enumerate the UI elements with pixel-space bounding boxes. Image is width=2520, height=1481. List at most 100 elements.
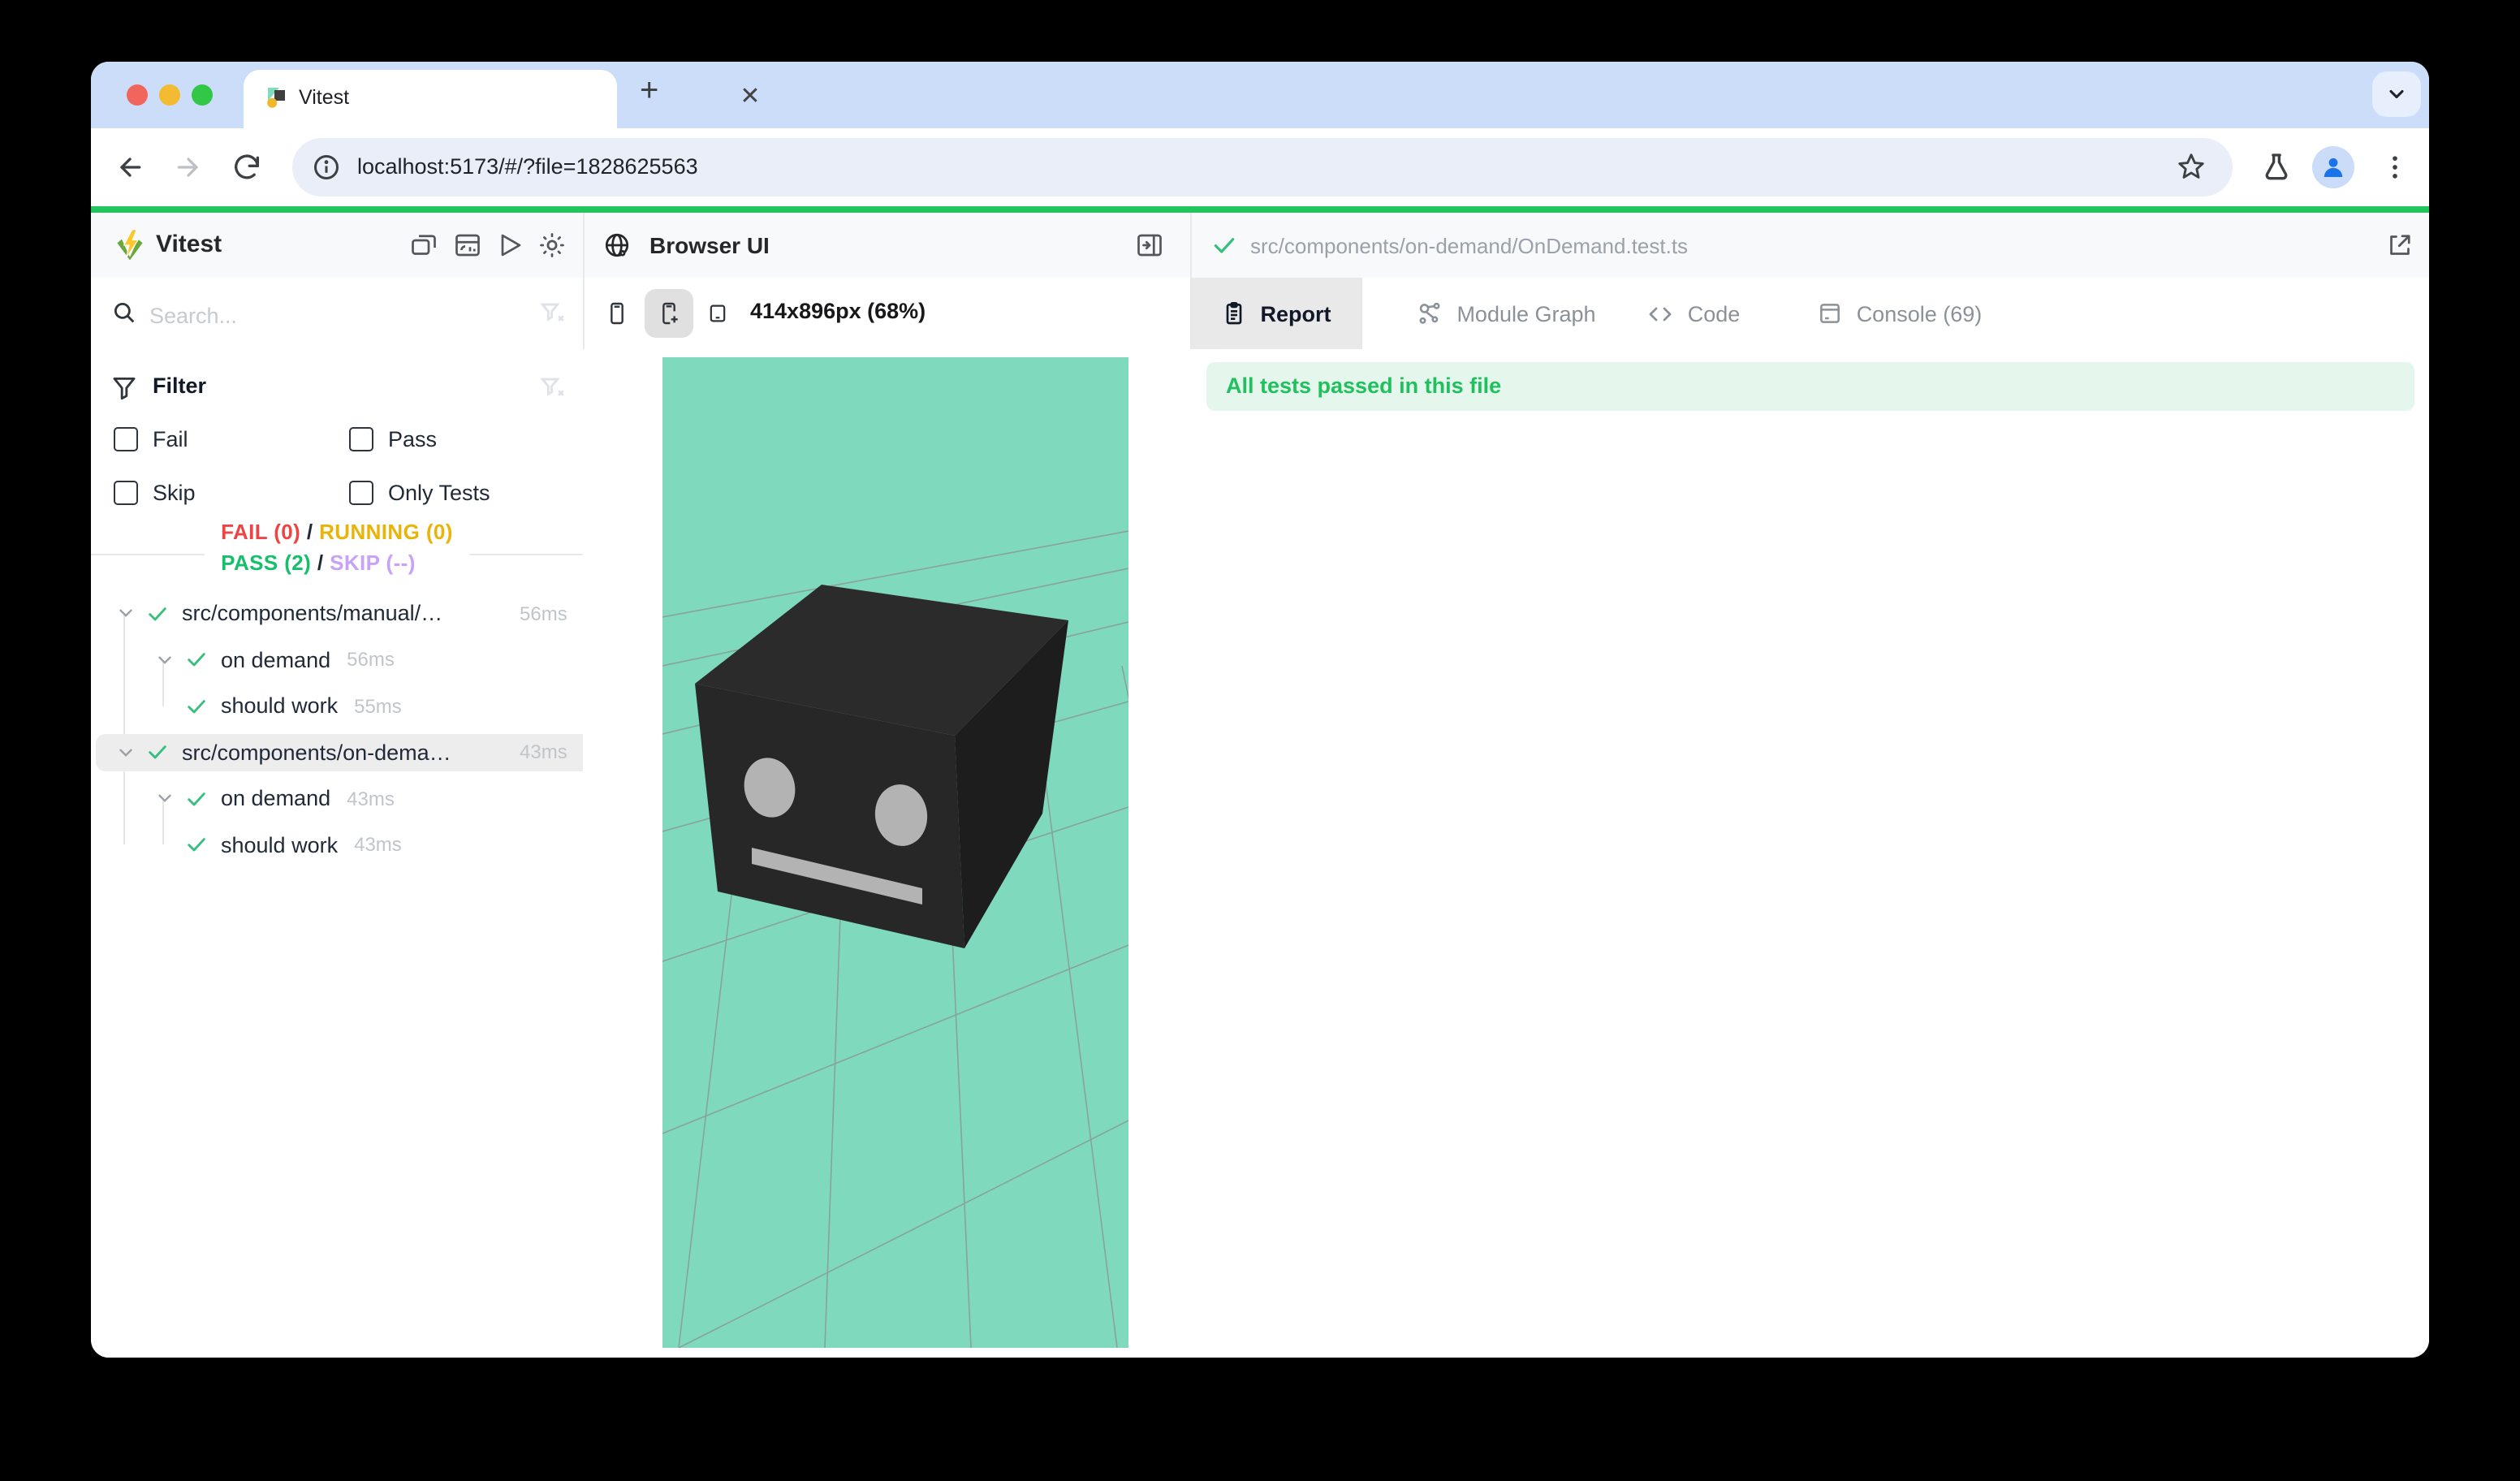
collapse-windows-icon[interactable] bbox=[409, 231, 438, 260]
header-browser-section: Browser UI bbox=[583, 213, 1192, 278]
viewport-toolbar: 414x896px (68%) bbox=[583, 278, 1192, 349]
browser-tab-strip: Vitest ✕ + bbox=[91, 62, 2429, 128]
device-phone-plus-button[interactable] bbox=[645, 289, 693, 338]
tab-module-graph-label: Module Graph bbox=[1456, 301, 1595, 326]
tab-search-button[interactable] bbox=[2372, 71, 2421, 117]
traffic-light-minimize[interactable] bbox=[159, 84, 180, 106]
pass-check-icon bbox=[182, 830, 211, 859]
pass-check-icon bbox=[143, 598, 172, 628]
test-file-row-selected[interactable]: src/components/on-dema… 43ms bbox=[96, 733, 593, 771]
traffic-light-close[interactable] bbox=[127, 84, 148, 106]
filter-option-fail[interactable]: Fail bbox=[153, 427, 188, 451]
checkbox-skip[interactable] bbox=[114, 481, 138, 505]
dashboard-icon[interactable] bbox=[453, 231, 482, 260]
chevron-down-icon[interactable] bbox=[149, 645, 179, 674]
report-icon bbox=[1222, 300, 1248, 326]
open-external-icon[interactable] bbox=[2385, 231, 2414, 260]
chevron-down-icon[interactable] bbox=[110, 737, 140, 766]
fail-count: FAIL (0) bbox=[221, 520, 300, 544]
chevron-down-icon bbox=[2385, 83, 2408, 106]
chevron-down-icon[interactable] bbox=[149, 784, 179, 813]
filter-title: Filter bbox=[153, 373, 206, 398]
forward-button[interactable] bbox=[172, 151, 205, 184]
tab-report[interactable]: Report bbox=[1190, 278, 1362, 349]
tab-console-label: Console (69) bbox=[1857, 301, 1983, 326]
running-count: RUNNING (0) bbox=[319, 520, 453, 544]
app-title: Vitest bbox=[156, 231, 222, 258]
checkbox-pass[interactable] bbox=[349, 427, 373, 451]
banner-text: All tests passed in this file bbox=[1226, 362, 1501, 411]
pass-count: PASS (2) bbox=[221, 551, 311, 575]
reload-button[interactable] bbox=[231, 151, 263, 184]
secondary-toolbar: 414x896px (68%) Report Module Graph Code… bbox=[91, 278, 2429, 351]
browser-window: Vitest ✕ + localhost:5173/#/?file=182862… bbox=[91, 62, 2429, 1358]
browser-tab[interactable]: Vitest ✕ bbox=[244, 70, 617, 128]
open-file-path: src/components/on-demand/OnDemand.test.t… bbox=[1250, 234, 1688, 258]
checkbox-fail[interactable] bbox=[114, 427, 138, 451]
search-icon bbox=[110, 299, 138, 326]
progress-bar bbox=[91, 206, 2429, 213]
site-info-icon[interactable] bbox=[312, 153, 341, 182]
pass-check-icon bbox=[182, 784, 211, 813]
cube-scene bbox=[662, 357, 1128, 1348]
address-bar[interactable]: localhost:5173/#/?file=1828625563 bbox=[292, 138, 2233, 196]
test-file-row[interactable]: src/components/manual/… 56ms bbox=[91, 594, 602, 632]
all-tests-passed-banner: All tests passed in this file bbox=[1206, 362, 2414, 411]
clear-search-filter-icon[interactable] bbox=[539, 299, 567, 326]
dock-panel-right-icon[interactable] bbox=[1135, 231, 1164, 260]
checkbox-only-tests[interactable] bbox=[349, 481, 373, 505]
test-explorer-sidebar: Filter Fail Pass Skip Only Tests FAIL (0… bbox=[91, 349, 585, 1358]
bookmark-star-icon[interactable] bbox=[2176, 151, 2207, 182]
test-summary: FAIL (0) / RUNNING (0) PASS (2) / SKIP (… bbox=[91, 516, 583, 578]
main-content: Filter Fail Pass Skip Only Tests FAIL (0… bbox=[91, 349, 2429, 1358]
tab-module-graph[interactable]: Module Graph bbox=[1372, 278, 1640, 349]
skip-count: SKIP (--) bbox=[330, 551, 416, 575]
pass-check-icon bbox=[1211, 232, 1237, 258]
search-input[interactable] bbox=[146, 294, 520, 336]
browser-menu-icon[interactable] bbox=[2379, 151, 2411, 184]
device-small-button[interactable] bbox=[693, 289, 742, 338]
test-suite-row[interactable]: on demand 43ms bbox=[91, 779, 641, 817]
experiments-flask-icon[interactable] bbox=[2260, 151, 2293, 184]
panel-tab-bar: Report Module Graph Code Console (69) bbox=[1190, 278, 2429, 349]
person-icon bbox=[2319, 153, 2348, 182]
new-tab-button[interactable]: + bbox=[640, 73, 658, 110]
chevron-down-icon[interactable] bbox=[110, 598, 140, 628]
vitest-header: Vitest Browser UI bbox=[91, 213, 2429, 279]
phone-icon bbox=[604, 300, 630, 326]
tab-code-label: Code bbox=[1688, 301, 1741, 326]
tab-report-label: Report bbox=[1261, 301, 1331, 326]
tab-console[interactable]: Console (69) bbox=[1778, 278, 2022, 349]
filter-option-skip[interactable]: Skip bbox=[153, 481, 196, 505]
device-small-icon bbox=[706, 302, 729, 325]
profile-avatar[interactable] bbox=[2312, 146, 2354, 188]
test-suite-row[interactable]: on demand 56ms bbox=[91, 641, 641, 678]
tab-close-icon[interactable]: ✕ bbox=[736, 83, 765, 112]
url-text: localhost:5173/#/?file=1828625563 bbox=[357, 154, 698, 179]
pass-check-icon bbox=[182, 691, 211, 720]
search-bar bbox=[91, 278, 585, 349]
phone-plus-icon bbox=[656, 300, 682, 326]
console-icon bbox=[1818, 300, 1844, 326]
code-icon bbox=[1647, 300, 1675, 327]
vitest-logo-icon bbox=[112, 227, 148, 263]
filter-funnel-icon bbox=[110, 373, 138, 401]
module-graph-icon bbox=[1416, 300, 1443, 327]
header-left-section: Vitest bbox=[91, 213, 585, 278]
clear-filter-icon[interactable] bbox=[539, 373, 567, 401]
browser-preview-panel bbox=[583, 349, 1192, 1358]
traffic-light-zoom[interactable] bbox=[192, 84, 213, 106]
report-panel: All tests passed in this file bbox=[1190, 349, 2429, 1358]
pass-check-icon bbox=[143, 737, 172, 766]
tab-code[interactable]: Code bbox=[1619, 278, 1768, 349]
device-phone-button[interactable] bbox=[593, 289, 641, 338]
header-file-section: src/components/on-demand/OnDemand.test.t… bbox=[1190, 213, 2429, 278]
back-button[interactable] bbox=[114, 151, 146, 184]
tested-page-viewport[interactable] bbox=[662, 357, 1128, 1348]
filter-option-only-tests[interactable]: Only Tests bbox=[388, 481, 490, 505]
browser-toolbar: localhost:5173/#/?file=1828625563 bbox=[91, 128, 2429, 206]
vitest-favicon-icon bbox=[265, 84, 291, 110]
filter-option-pass[interactable]: Pass bbox=[388, 427, 437, 451]
theme-toggle-sun-icon[interactable] bbox=[537, 231, 567, 260]
run-all-icon[interactable] bbox=[495, 231, 524, 260]
